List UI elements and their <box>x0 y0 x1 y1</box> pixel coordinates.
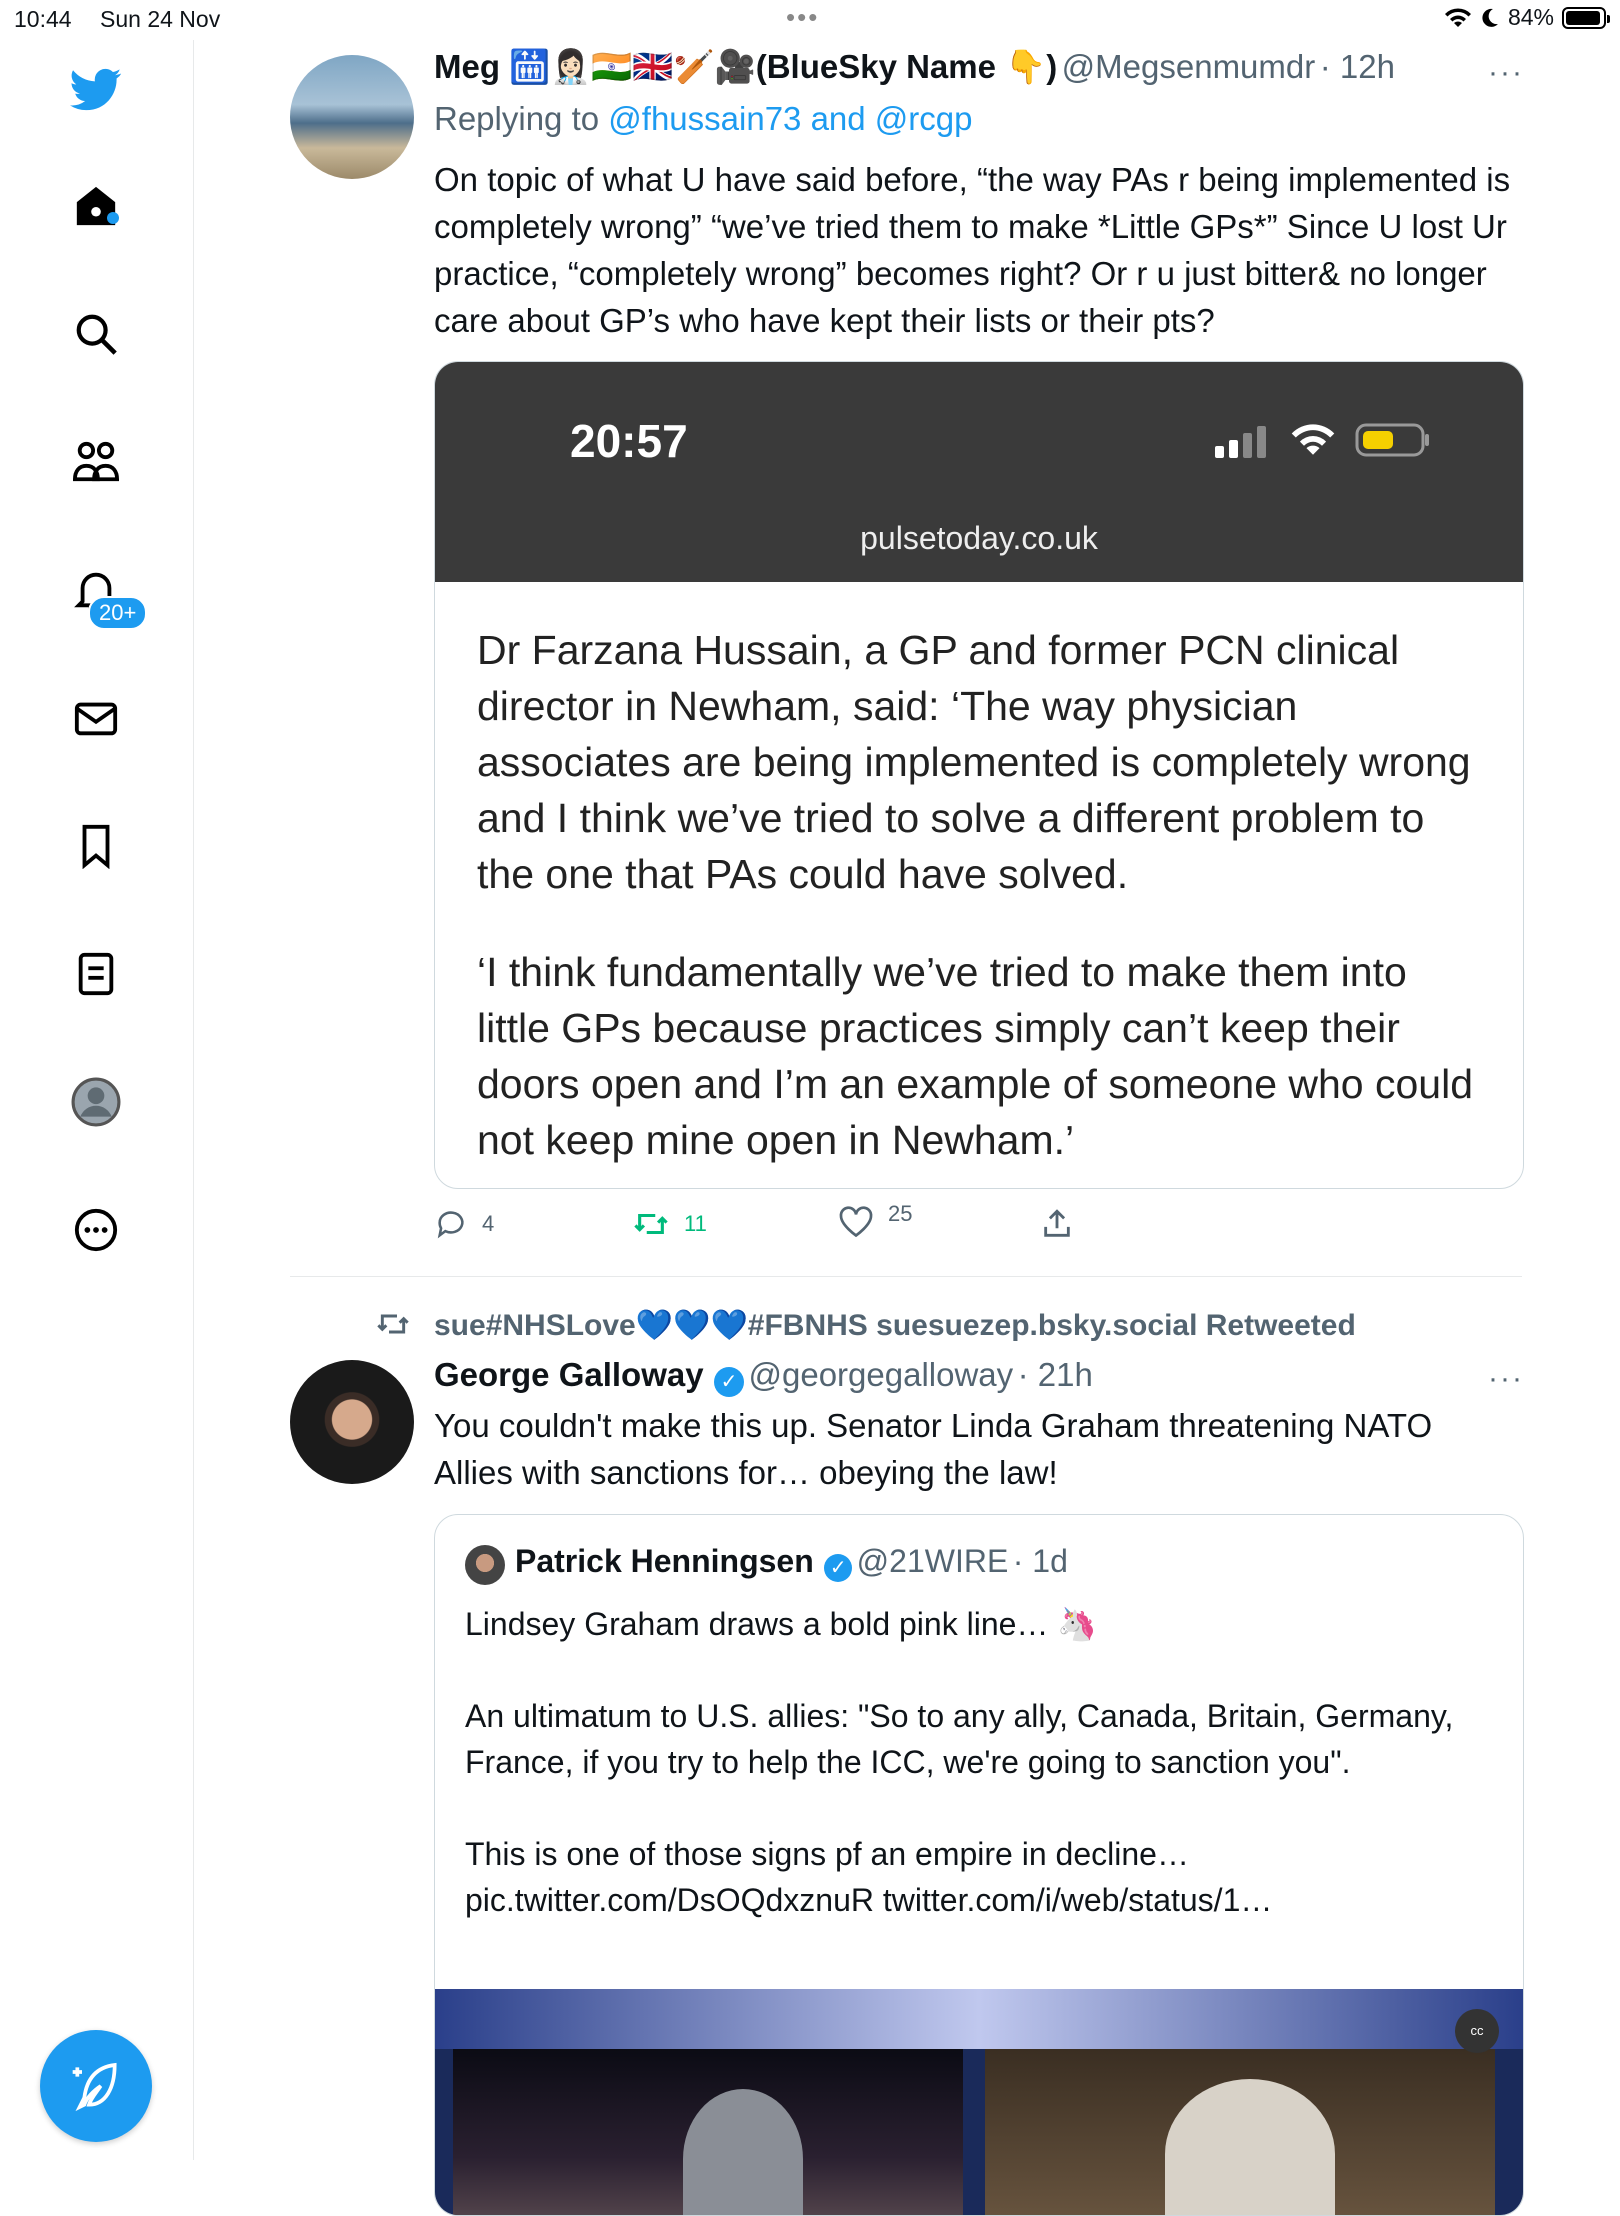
sidebar: 20+ <box>0 40 194 2160</box>
closed-captions-button[interactable]: cc <box>1455 2009 1499 2053</box>
tweet-timestamp[interactable]: · 12h <box>1320 48 1395 85</box>
home-unread-dot <box>107 212 119 224</box>
status-bar: 10:44 Sun 24 Nov ••• 84% <box>0 0 1620 40</box>
screenshot-phone-header: 20:57 pulsetoday.co.uk <box>435 362 1523 582</box>
signal-bars-icon <box>1215 426 1266 458</box>
notifications-badge: 20+ <box>88 596 148 630</box>
quoted-links[interactable]: pic.twitter.com/DsOQdxznuR twitter.com/i… <box>465 1877 1495 1923</box>
avatar-meg[interactable] <box>290 55 414 179</box>
battery-icon <box>1562 6 1610 29</box>
article-paragraph-1: Dr Farzana Hussain, a GP and former PCN … <box>477 627 1471 897</box>
article-paragraph-2: ‘I think fundamentally we’ve tried to ma… <box>477 949 1474 1163</box>
tweet-text: You couldn't make this up. Senator Linda… <box>434 1407 1433 1491</box>
replying-prefix: Replying to <box>434 100 600 137</box>
battery-percent: 84% <box>1507 4 1554 30</box>
quoted-timestamp: · 1d <box>1012 1543 1068 1579</box>
wifi-icon <box>1291 424 1335 455</box>
like-button[interactable]: 25 <box>838 1201 912 1239</box>
tweet-text: On topic of what U have said before, “th… <box>434 161 1511 339</box>
share-button[interactable] <box>1040 1207 1074 1241</box>
retweet-count: 11 <box>684 1211 707 1236</box>
twitter-logo-icon[interactable] <box>70 64 122 116</box>
more-options-icon[interactable] <box>70 1204 122 1256</box>
wifi-icon <box>1444 7 1471 27</box>
tweet-author-name[interactable]: George Galloway <box>434 1356 704 1393</box>
status-date: Sun 24 Nov <box>100 6 221 32</box>
lists-icon[interactable] <box>70 948 122 1000</box>
avatar-patrick-henningsen <box>465 1545 505 1585</box>
quoted-paragraph-2: An ultimatum to U.S. allies: "So to any … <box>465 1698 1454 1780</box>
retweet-icon <box>634 1213 668 1235</box>
tweet-more-icon[interactable]: ··· <box>1488 1362 1524 1396</box>
home-icon[interactable] <box>70 180 122 232</box>
multitasking-dots[interactable]: ••• <box>786 2 819 33</box>
tweet-more-icon[interactable]: ··· <box>1488 56 1524 90</box>
quoted-video[interactable]: cc <box>435 1989 1523 2215</box>
screenshot-url: pulsetoday.co.uk <box>860 520 1098 556</box>
video-left-panel <box>453 2049 963 2215</box>
messages-icon[interactable] <box>70 692 122 744</box>
status-time: 10:44 <box>14 6 72 32</box>
communities-icon[interactable] <box>70 436 122 488</box>
compose-tweet-button[interactable] <box>40 2030 152 2142</box>
retweet-button[interactable]: 11 <box>632 1207 707 1241</box>
share-icon <box>1044 1209 1070 1237</box>
screenshot-clock: 20:57 <box>570 415 688 467</box>
tweet-divider <box>290 1276 1522 1277</box>
retweeted-icon <box>377 1314 409 1334</box>
battery-low-power-icon <box>1355 423 1429 457</box>
video-right-panel <box>985 2049 1495 2215</box>
quoted-paragraph-3: This is one of those signs pf an empire … <box>465 1836 1189 1872</box>
tweet-author-handle[interactable]: @georgegalloway <box>749 1356 1014 1393</box>
compose-feather-icon <box>72 2062 117 2112</box>
video-right-person <box>1165 2079 1335 2215</box>
quoted-author-handle: @21WIRE <box>856 1543 1009 1579</box>
heart-icon <box>839 1206 873 1238</box>
replying-to-link[interactable]: @fhussain73 and @rcgp <box>608 100 972 137</box>
verified-badge-icon: ✓ <box>714 1366 745 1397</box>
tweet-author-handle[interactable]: @Megsenmumdr <box>1062 48 1316 85</box>
quoted-tweet[interactable]: Patrick Henningsen ✓ @21WIRE · 1d Lindse… <box>434 1514 1524 2216</box>
video-banner <box>435 1989 1523 2049</box>
verified-badge-icon: ✓ <box>824 1553 853 1582</box>
moon-icon <box>1482 8 1498 27</box>
quoted-paragraph-1: Lindsey Graham draws a bold pink line… 🦄 <box>465 1606 1098 1642</box>
retweeted-by-label[interactable]: sue#NHSLove💙💙💙#FBNHS suesuezep.bsky.soci… <box>434 1308 1356 1343</box>
profile-avatar-icon[interactable] <box>70 1076 122 1128</box>
tweet-author-name[interactable]: Meg 🛗👩🏻‍⚕️🇮🇳🇬🇧🏏🎥(BlueSky Name 👇) <box>434 48 1057 85</box>
bookmarks-icon[interactable] <box>70 820 122 872</box>
tweet-timestamp[interactable]: · 21h <box>1018 1356 1093 1393</box>
video-left-person <box>683 2089 803 2215</box>
tweet-image[interactable]: 20:57 pulsetoday.co.uk Dr Farzana Hussai… <box>434 361 1524 1189</box>
quoted-author-name: Patrick Henningsen <box>515 1543 814 1579</box>
quoted-tweet-text: Lindsey Graham draws a bold pink line… 🦄… <box>465 1601 1495 1923</box>
avatar-george-galloway[interactable] <box>290 1360 414 1484</box>
reply-button[interactable]: 4 <box>434 1207 494 1241</box>
search-icon[interactable] <box>70 308 122 360</box>
reply-count: 4 <box>482 1211 495 1236</box>
like-count: 25 <box>888 1201 913 1226</box>
screenshot-article-text: Dr Farzana Hussain, a GP and former PCN … <box>477 622 1487 1188</box>
reply-icon <box>437 1211 464 1239</box>
